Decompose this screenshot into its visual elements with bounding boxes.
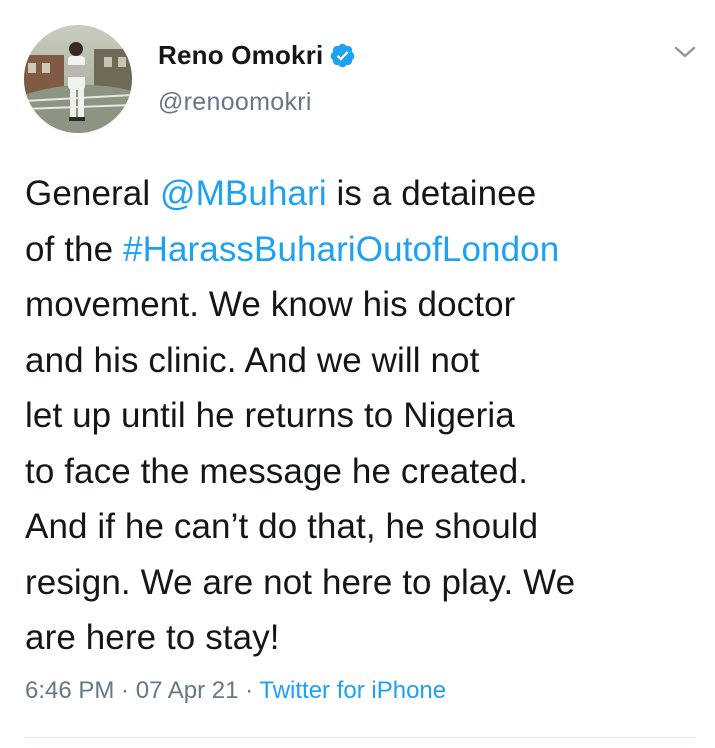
meta-separator: · — [238, 677, 260, 704]
tweet-text-line: and his clinic. And we will not — [25, 333, 705, 389]
tweet-text-line: resign. We are not here to play. We — [25, 555, 705, 611]
tweet-text-line: are here to stay! — [25, 610, 705, 666]
tweet-text-segment: let up until he returns to Nigeria — [25, 396, 515, 435]
tweet-card: Reno Omokri @renoomokri General @MBuhari… — [0, 0, 715, 748]
tweet-text-segment: of the — [25, 229, 123, 269]
mention-link[interactable]: @MBuhari — [160, 174, 327, 213]
divider — [24, 737, 696, 738]
tweet-text: General @MBuhari is a detainee of the #Ha… — [25, 166, 705, 666]
chevron-down-icon[interactable] — [672, 42, 698, 62]
tweet-text-line: of the #HarassBuhariOutofLondon — [25, 222, 705, 278]
verified-badge-icon — [329, 42, 356, 69]
tweet-time[interactable]: 6:46 PM — [25, 677, 114, 704]
tweet-text-segment: and his clinic. And we will not — [25, 340, 480, 380]
tweet-text-line: movement. We know his doctor — [25, 277, 705, 333]
tweet-text-segment: movement. We know his doctor — [25, 285, 516, 324]
tweet-text-line: And if he can’t do that, he should — [25, 499, 705, 555]
author-name-row[interactable]: Reno Omokri — [158, 38, 356, 72]
tweet-text-line: to face the message he created. — [25, 444, 705, 500]
tweet-text-segment: And if he can’t do that, he should — [25, 507, 539, 546]
tweet-text-line: General @MBuhari is a detainee — [25, 166, 705, 222]
handle[interactable]: @renoomokri — [158, 88, 312, 117]
tweet-text-segment: to face the message he created. — [25, 451, 529, 491]
tweet-text-line: let up until he returns to Nigeria — [25, 388, 705, 444]
tweet-text-segment: General — [25, 174, 161, 213]
tweet-date[interactable]: 07 Apr 21 — [136, 677, 239, 704]
tweet-meta: 6:46 PM · 07 Apr 21 · Twitter for iPhone — [25, 677, 446, 705]
avatar[interactable] — [24, 25, 132, 133]
display-name[interactable]: Reno Omokri — [158, 40, 323, 71]
hashtag-link[interactable]: #HarassBuhariOutofLondon — [123, 230, 559, 269]
tweet-source-link[interactable]: Twitter for iPhone — [259, 677, 446, 704]
tweet-text-segment: is a detainee — [326, 174, 537, 213]
tweet-text-segment: resign. We are not here to play. We — [25, 562, 576, 602]
meta-separator: · — [114, 677, 136, 704]
tweet-text-segment: are here to stay! — [25, 618, 280, 657]
profile-photo-icon — [24, 25, 132, 133]
